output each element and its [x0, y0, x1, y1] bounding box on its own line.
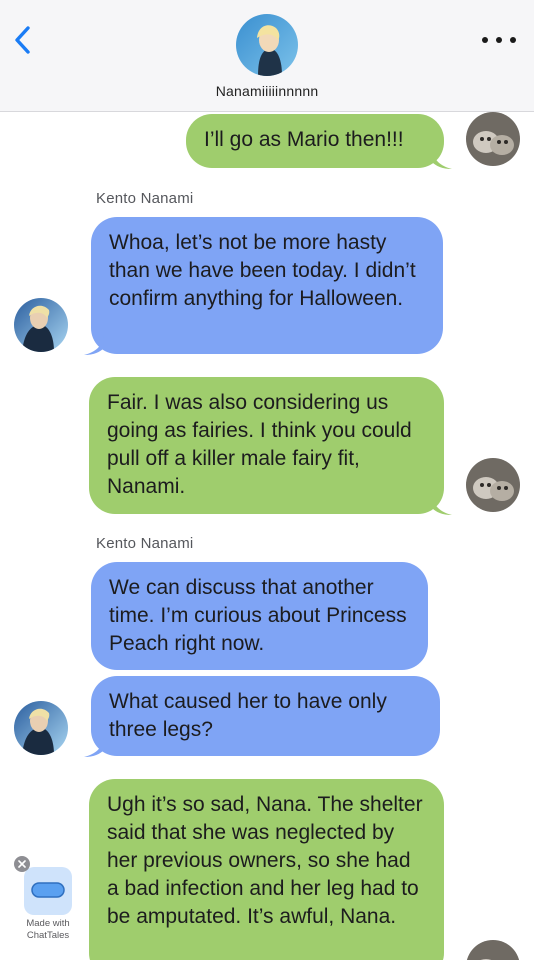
message-text: What caused her to have only three legs? — [109, 690, 387, 741]
contact-avatar[interactable] — [14, 298, 68, 352]
back-button[interactable] — [8, 22, 36, 58]
close-watermark-button[interactable] — [14, 856, 30, 872]
chat-header: Nanamiiiiinnnnn — [0, 0, 534, 112]
message-bubble-incoming[interactable]: Whoa, let’s not be more hasty than we ha… — [91, 217, 443, 354]
watermark-text: Made with ChatTales — [8, 918, 88, 942]
watermark-line-2: ChatTales — [26, 930, 70, 941]
watermark-line-1: Made with — [26, 918, 70, 929]
chattales-logo[interactable] — [24, 867, 72, 915]
user-avatar[interactable] — [466, 112, 520, 166]
message-text: Fair. I was also considering us going as… — [107, 391, 412, 498]
chat-bubble-icon — [31, 882, 65, 898]
message-bubble-incoming[interactable]: We can discuss that another time. I’m cu… — [91, 562, 428, 670]
message-text: Ugh it’s so sad, Nana. The shelter said … — [107, 793, 423, 928]
message-text: We can discuss that another time. I’m cu… — [109, 576, 407, 655]
message-bubble-outgoing[interactable]: I’ll go as Mario then!!! — [186, 114, 444, 168]
bubble-tail — [432, 496, 452, 515]
ellipsis-icon — [482, 37, 488, 43]
chevron-left-icon — [15, 26, 30, 54]
contact-name[interactable]: Nanamiiiiinnnnn — [0, 83, 534, 99]
sender-name: Kento Nanami — [96, 190, 194, 207]
message-bubble-outgoing[interactable]: Ugh it’s so sad, Nana. The shelter said … — [89, 779, 444, 960]
close-icon — [18, 860, 26, 868]
bubble-tail — [84, 336, 104, 355]
contact-avatar[interactable] — [236, 14, 298, 76]
chattales-watermark: Made with ChatTales — [8, 852, 88, 948]
contact-avatar[interactable] — [14, 701, 68, 755]
bubble-tail — [84, 738, 104, 757]
user-avatar[interactable] — [466, 458, 520, 512]
message-text: Whoa, let’s not be more hasty than we ha… — [109, 231, 416, 310]
message-bubble-outgoing[interactable]: Fair. I was also considering us going as… — [89, 377, 444, 514]
user-avatar[interactable] — [466, 940, 520, 960]
sender-name: Kento Nanami — [96, 535, 194, 552]
message-text: I’ll go as Mario then!!! — [204, 128, 404, 151]
bubble-tail — [432, 150, 452, 169]
more-options-button[interactable] — [482, 28, 516, 52]
message-bubble-incoming[interactable]: What caused her to have only three legs? — [91, 676, 440, 756]
